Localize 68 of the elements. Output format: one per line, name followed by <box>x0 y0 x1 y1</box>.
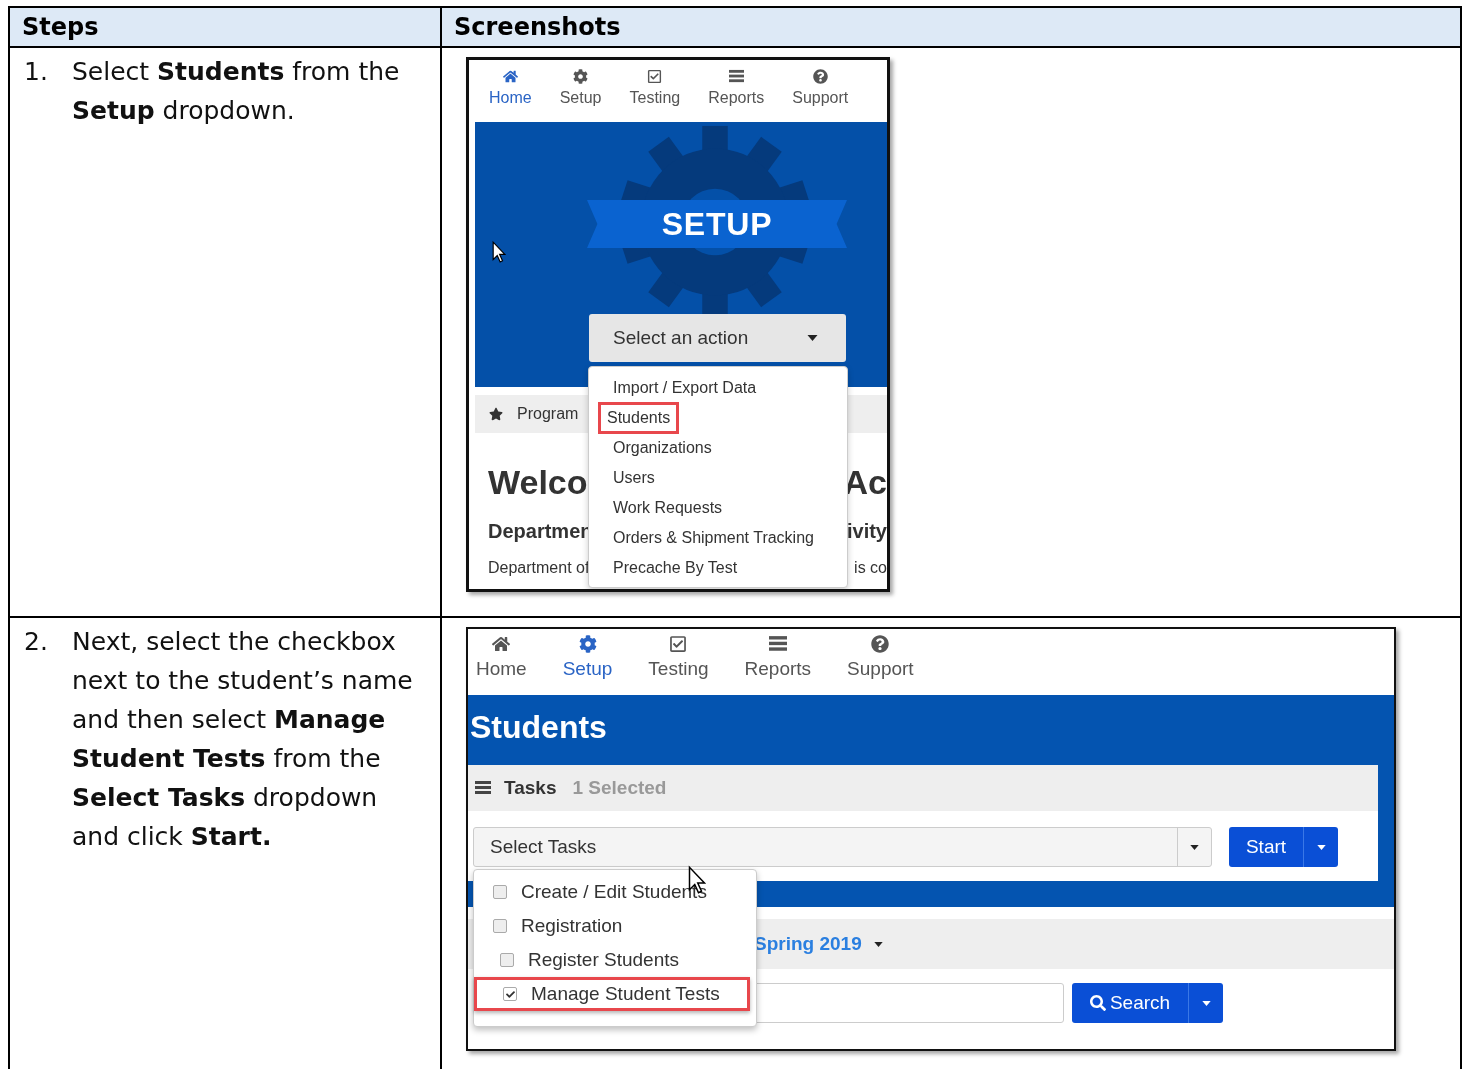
nav-tab[interactable]: Home <box>476 634 527 683</box>
start-button[interactable]: Start <box>1229 827 1304 867</box>
nav-tab[interactable]: Reports <box>708 69 765 110</box>
page-title: Students <box>469 708 608 747</box>
menu-item[interactable]: Students <box>598 402 680 434</box>
list-icon <box>768 634 787 653</box>
nav-tab[interactable]: Support <box>792 69 849 110</box>
menu-item[interactable]: Orders & Shipment Tracking <box>607 525 820 551</box>
checkbox[interactable] <box>500 953 514 967</box>
task-option[interactable]: Create / Edit Students <box>474 875 756 909</box>
search-icon <box>1089 995 1106 1011</box>
caret-icon <box>1201 1000 1211 1006</box>
nav-tab[interactable]: Reports <box>744 634 812 683</box>
step-number: 2. <box>24 626 49 658</box>
caret-icon <box>873 941 883 947</box>
tasks-select[interactable]: Select Tasks <box>473 827 1212 867</box>
nav-tab[interactable]: Testing <box>629 69 681 110</box>
caret-icon <box>1190 844 1199 850</box>
task-option[interactable]: Registration <box>474 909 756 943</box>
list-icon <box>474 781 492 795</box>
nav-tab[interactable]: Home <box>489 69 532 110</box>
help-icon <box>871 634 890 653</box>
task-option[interactable]: Manage Student Tests <box>474 977 750 1011</box>
step-text: Next, select the checkbox next to the student’s name and then select Manage Student Tests from the Select Tasks dropdown and click Start. <box>72 626 414 853</box>
checkbox-icon <box>669 634 688 653</box>
selected-count: 1 Selected <box>572 775 667 800</box>
home-icon <box>492 634 511 653</box>
body-text: Department of <box>488 558 590 578</box>
checkbox[interactable] <box>493 919 507 933</box>
tasks-label: Tasks <box>504 775 557 800</box>
nav-tab[interactable]: Setup <box>559 69 602 110</box>
dropdown-toggle[interactable] <box>1189 983 1223 1023</box>
gear-icon <box>573 69 589 84</box>
cursor-icon <box>492 240 506 264</box>
menu-item[interactable]: Work Requests <box>607 495 729 521</box>
menu-item[interactable]: Precache By Test <box>607 555 744 581</box>
program-label: Program <box>517 404 579 424</box>
home-icon <box>502 69 518 84</box>
search-button[interactable]: Search <box>1072 983 1189 1023</box>
menu-item[interactable]: Import / Export Data <box>607 375 763 401</box>
menu-item[interactable]: Users <box>607 465 661 491</box>
caret-icon <box>807 335 818 341</box>
column-header: Screenshots <box>442 8 1460 48</box>
nav-tab[interactable]: Setup <box>562 634 613 683</box>
nav-tab[interactable]: Support <box>847 634 914 683</box>
welcome-heading: Ac <box>843 462 887 503</box>
step-number: 1. <box>24 56 49 88</box>
checkbox-icon <box>647 69 663 84</box>
help-icon <box>812 69 828 84</box>
caret-icon <box>1316 844 1326 850</box>
action-select[interactable]: Select an action <box>589 314 846 362</box>
checkbox[interactable] <box>503 987 517 1001</box>
gear-icon <box>578 634 597 653</box>
body-text: is co <box>854 558 887 578</box>
check-icon <box>505 989 515 999</box>
step-text: Select Students from the Setup dropdown. <box>72 56 401 127</box>
dropdown-toggle[interactable] <box>1304 827 1338 867</box>
checkbox[interactable] <box>493 885 507 899</box>
column-header: Steps <box>10 8 442 48</box>
star-icon <box>489 407 503 421</box>
menu-item[interactable]: Organizations <box>607 435 718 461</box>
task-option[interactable]: Register Students <box>474 943 756 977</box>
nav-tab[interactable]: Testing <box>648 634 709 683</box>
subheading: ivity <box>846 519 887 544</box>
list-icon <box>728 69 744 84</box>
banner-title: SETUP <box>661 205 773 244</box>
subheading: Departmen <box>488 519 593 544</box>
welcome-heading: Welco <box>488 462 588 503</box>
